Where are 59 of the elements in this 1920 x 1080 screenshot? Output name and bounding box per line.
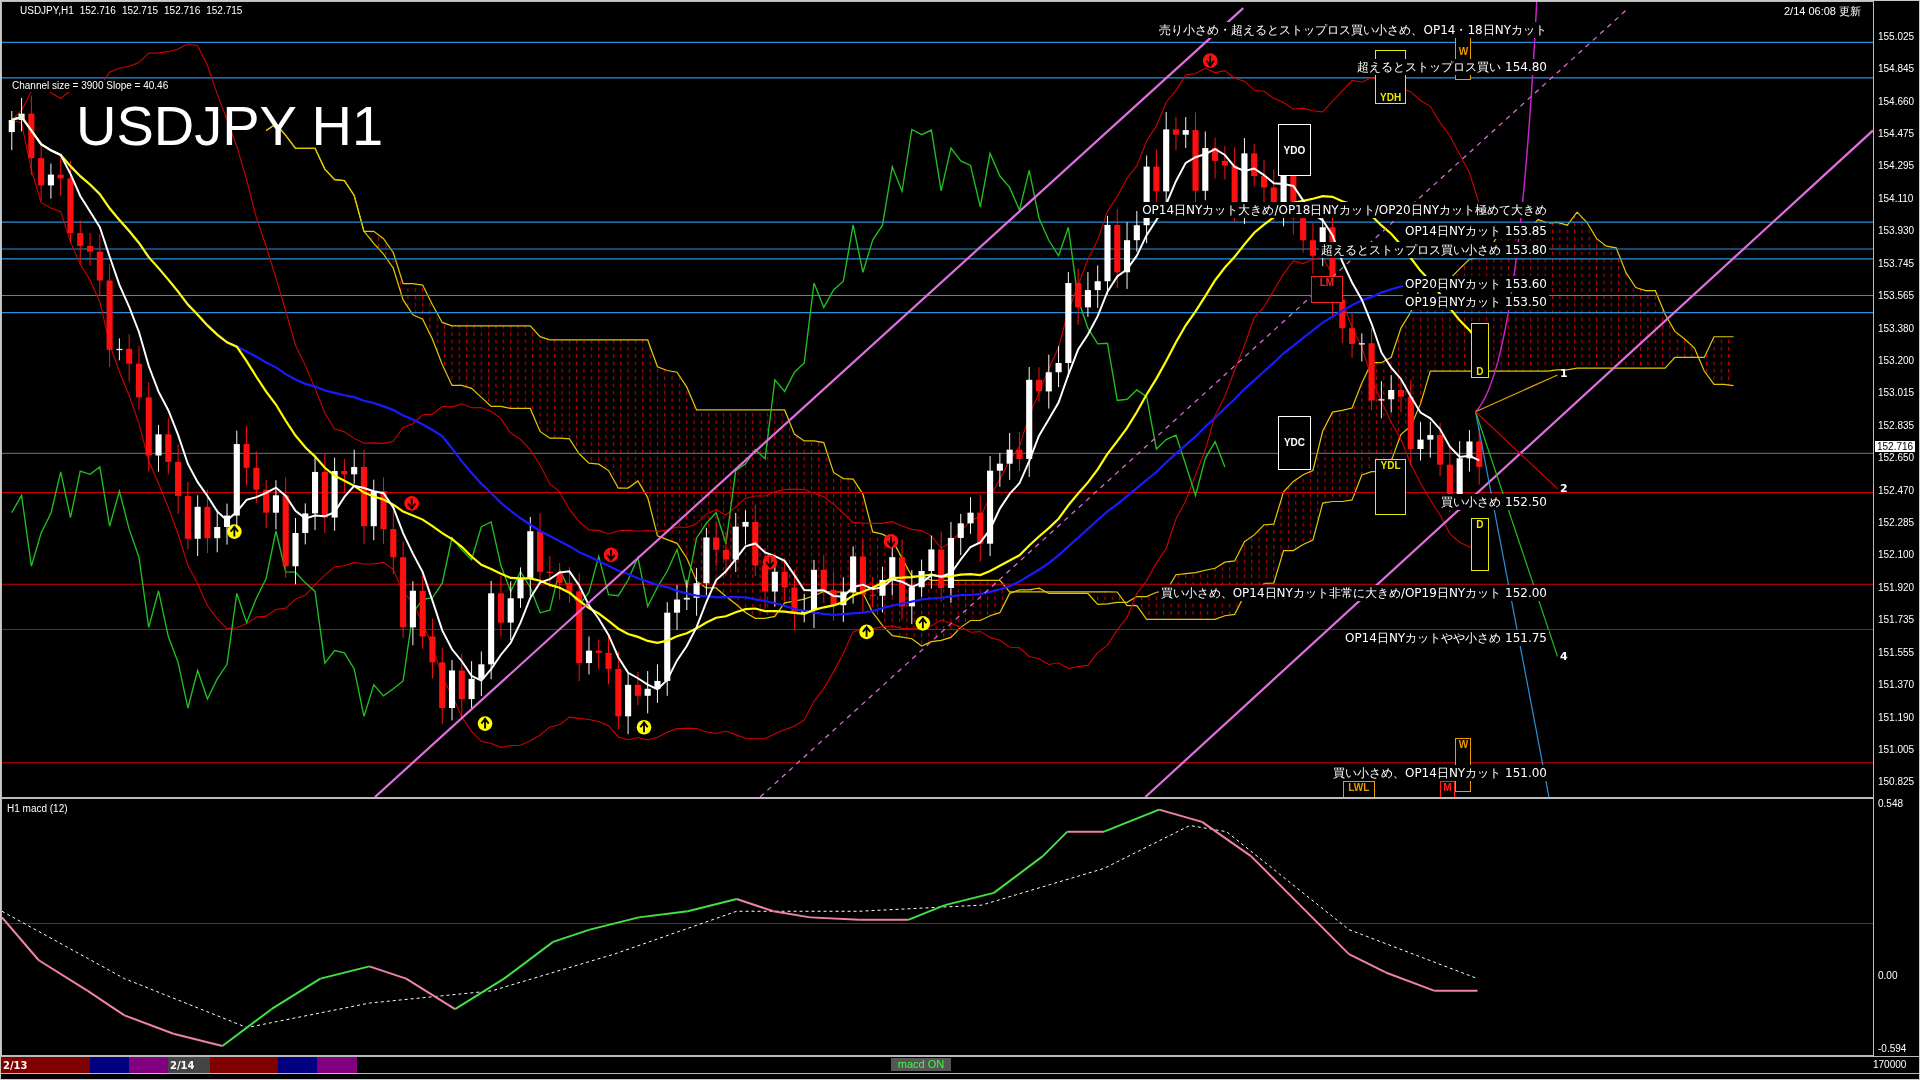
level-marker: D: [1471, 322, 1489, 378]
price-axis-label: 151.005: [1878, 744, 1915, 755]
price-axis-label: 153.380: [1878, 322, 1915, 334]
price-axis-label: 152.835: [1878, 419, 1915, 431]
quote-value: 152.716: [79, 5, 116, 16]
price-axis-label: 151.370: [1878, 679, 1915, 691]
level-marker: YDL: [1374, 458, 1407, 516]
price-axis-label: 153.565: [1878, 290, 1915, 302]
date-label: 2/14: [169, 1059, 195, 1071]
quote-value: 152.715: [206, 5, 243, 16]
price-axis-label: 154.295: [1878, 160, 1915, 172]
chart-symbol: USDJPY,H1: [20, 5, 74, 16]
price-axis-label: 151.735: [1878, 614, 1915, 626]
price-axis-label: 151.190: [1878, 711, 1915, 723]
price-annotation: OP14日NYカット 153.85: [1402, 223, 1549, 239]
price-axis-label: 152.285: [1878, 517, 1915, 529]
volume-label: 170000: [1872, 1057, 1908, 1071]
price-annotation: OP14日NYカット大きめ/OP18日NYカット/OP20日NYカット極めて大きめ: [1140, 202, 1549, 218]
price-annotation: OP19日NYカット 153.50: [1402, 294, 1549, 310]
price-annotation: 買い小さめ 152.50: [1439, 494, 1549, 510]
price-axis-label: 153.200: [1878, 354, 1915, 366]
price-annotation: 買い小さめ、OP14日NYカット非常に大きめ/OP19日NYカット 152.00: [1158, 585, 1549, 601]
macd-title: H1 macd (12): [7, 803, 68, 815]
macd-axis-label: 0.548: [1877, 798, 1905, 811]
level-marker: LM: [1311, 276, 1343, 304]
macd-axis-label: 0.00: [1877, 968, 1899, 983]
price-annotation: OP14日NYカットやや小さめ 151.75: [1342, 630, 1549, 646]
price-axis-label: 153.015: [1878, 387, 1915, 399]
price-axis-label: 151.920: [1878, 581, 1915, 593]
quote-value: 152.716: [164, 5, 201, 16]
price-axis-label: 153.745: [1878, 257, 1915, 269]
wave-label: 2: [1560, 482, 1568, 495]
price-axis-label: 154.110: [1878, 192, 1914, 204]
price-axis-label: 150.825: [1878, 776, 1915, 788]
price-axis-label: 155.025: [1878, 30, 1915, 42]
price-axis-label: 151.555: [1878, 646, 1915, 658]
date-label: 2/13: [2, 1059, 28, 1071]
wave-label: 1: [1560, 367, 1568, 380]
level-marker: YDC: [1277, 415, 1311, 470]
current-price-label: 152.716: [1875, 441, 1916, 452]
price-annotation: 超えるとストップロス買い小さめ 153.80: [1319, 242, 1549, 258]
channel-info: Channel size = 3900 Slope = 40.46: [12, 80, 169, 92]
price-axis-label: 152.650: [1878, 452, 1915, 464]
price-axis-label: 154.660: [1878, 95, 1915, 107]
wave-label: 4: [1560, 650, 1568, 663]
level-marker: D: [1471, 517, 1489, 572]
price-axis-label: 152.100: [1878, 549, 1915, 561]
price-axis-label: 153.930: [1878, 225, 1915, 237]
quote-value: 152.715: [121, 5, 159, 16]
price-annotation: 買い小さめ、OP14日NYカット 151.00: [1330, 765, 1549, 781]
indicator-toggle-button[interactable]: macd ON: [891, 1058, 951, 1071]
macd-axis-label: -0.594: [1877, 1042, 1908, 1054]
price-axis-label: 154.475: [1878, 128, 1915, 139]
price-annotation: 超えるとストップロス買い 154.80: [1355, 59, 1549, 75]
level-marker: YDO: [1277, 124, 1311, 176]
price-axis-label: 152.470: [1878, 484, 1915, 496]
price-axis-label: 154.845: [1878, 63, 1915, 75]
price-annotation: OP20日NYカット 153.60: [1402, 276, 1549, 292]
update-time: 2/14 06:08 更新: [1784, 5, 1862, 19]
